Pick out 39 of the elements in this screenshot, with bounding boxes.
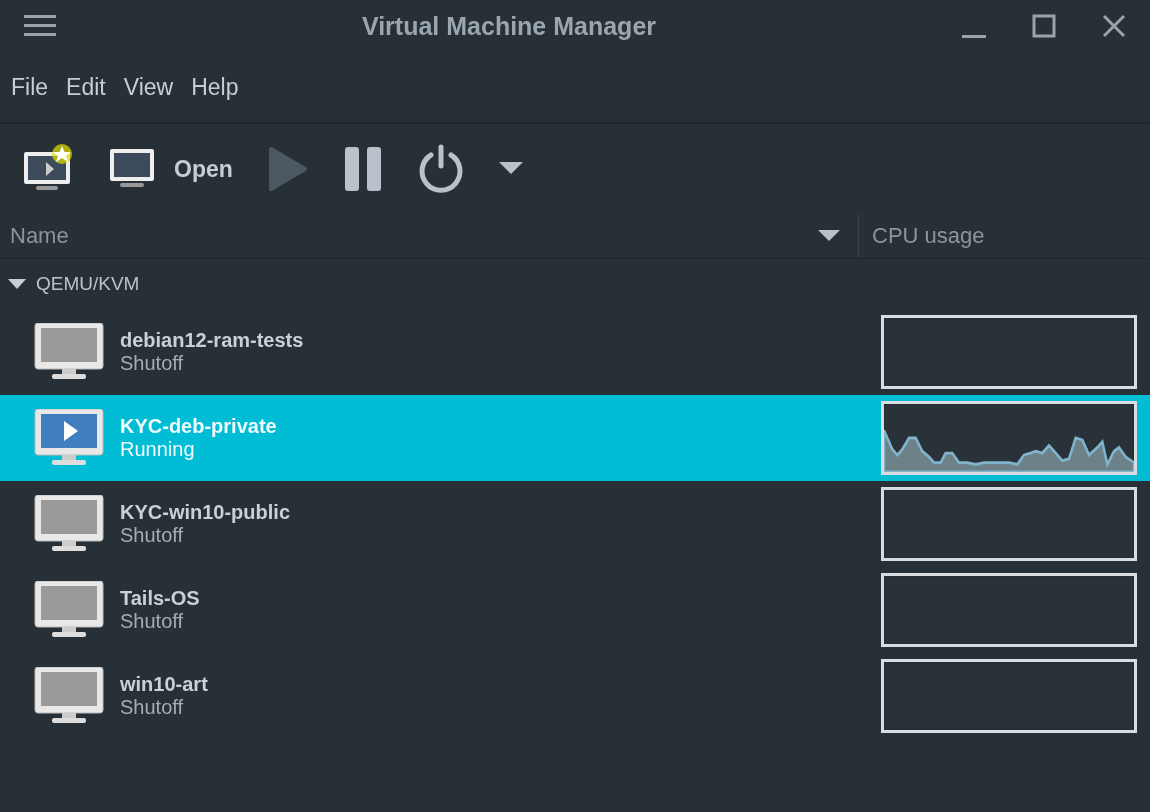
vm-row[interactable]: KYC-win10-public Shutoff (0, 481, 1150, 567)
vm-status: Shutoff (120, 524, 185, 547)
monitor-play-icon (34, 409, 104, 467)
vm-name: Tails-OS (120, 587, 201, 610)
vm-name: KYC-win10-public (120, 501, 291, 524)
close-icon (1102, 14, 1126, 38)
minimize-icon (962, 34, 986, 38)
vm-status: Shutoff (120, 352, 185, 375)
window-title: Virtual Machine Manager (360, 11, 658, 41)
column-header[interactable]: CPU usage (859, 223, 985, 249)
vm-status: Running (120, 438, 196, 461)
monitor-icon (34, 323, 104, 381)
vm-status: Shutoff (120, 696, 185, 719)
play-icon (266, 146, 309, 192)
menu-item[interactable]: Edit (57, 67, 115, 107)
vm-status: Shutoff (120, 610, 185, 633)
power-icon (416, 144, 465, 194)
monitor-icon (34, 667, 104, 725)
sort-caret-icon (818, 230, 840, 242)
column-title: Name (10, 223, 69, 249)
caret-down-icon (498, 162, 523, 176)
monitor-icon (34, 495, 104, 553)
vm-name: win10-art (120, 673, 209, 696)
menu-icon (24, 13, 56, 39)
monitor-icon (34, 581, 104, 639)
vm-name: debian12-ram-tests (120, 329, 305, 352)
menu-item[interactable]: File (2, 67, 58, 107)
open-button[interactable]: Open (96, 143, 245, 195)
menu-item[interactable]: View (114, 67, 183, 107)
menu-item[interactable]: Help (182, 67, 248, 107)
vm-name: KYC-deb-private (120, 415, 278, 438)
column-header[interactable]: Name (0, 214, 859, 258)
maximize-icon (1032, 14, 1056, 38)
vm-row[interactable]: debian12-ram-tests Shutoff (0, 309, 1150, 395)
expander-icon[interactable] (8, 278, 26, 290)
vm-row[interactable]: win10-art Shutoff (0, 653, 1150, 739)
vm-row[interactable]: Tails-OS Shutoff (0, 567, 1150, 653)
group-label: QEMU/KVM (36, 273, 140, 295)
pause-icon (342, 146, 383, 192)
